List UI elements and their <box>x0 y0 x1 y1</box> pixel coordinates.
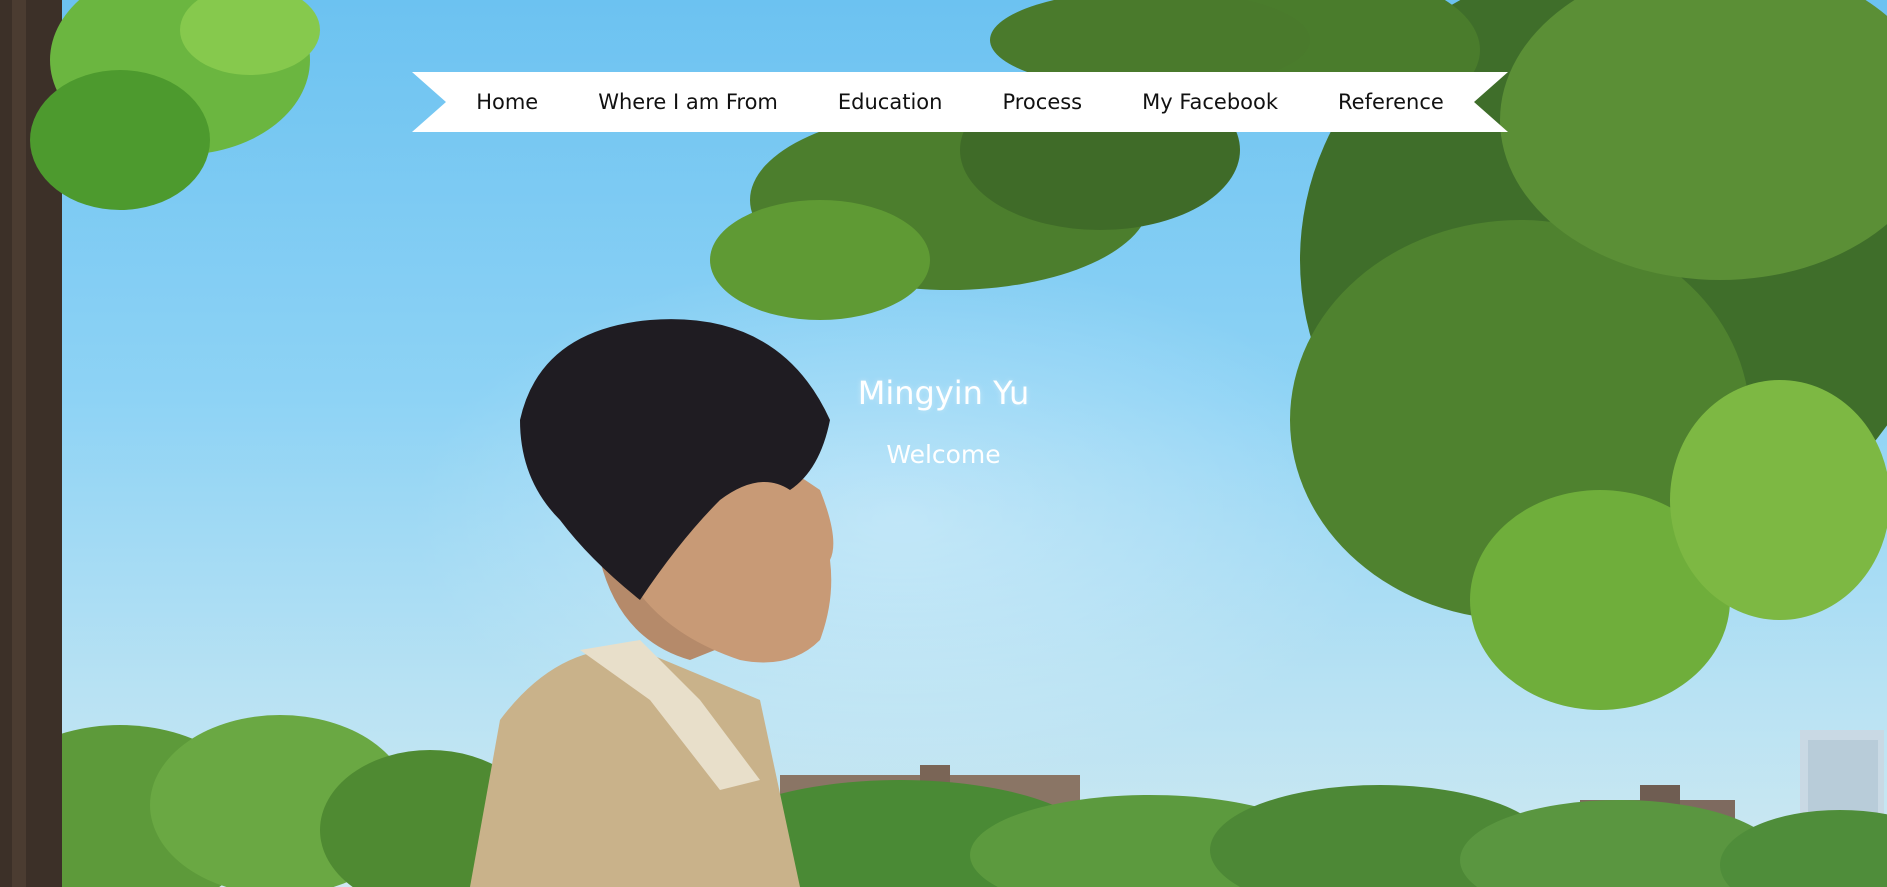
tree-line <box>0 715 1887 887</box>
nav-reference[interactable]: Reference <box>1308 72 1444 132</box>
nav-where-i-am-from[interactable]: Where I am From <box>568 72 808 132</box>
nav-process[interactable]: Process <box>972 72 1112 132</box>
nav-education[interactable]: Education <box>808 72 973 132</box>
main-nav: Home Where I am From Education Process M… <box>412 72 1508 132</box>
hero-title: Mingyin Yu <box>857 374 1030 412</box>
page: Home Where I am From Education Process M… <box>0 0 1887 887</box>
overhanging-branch <box>710 0 1310 320</box>
hero-subtitle: Welcome <box>886 440 1001 469</box>
nav-home[interactable]: Home <box>476 72 568 132</box>
nav-my-facebook[interactable]: My Facebook <box>1112 72 1308 132</box>
